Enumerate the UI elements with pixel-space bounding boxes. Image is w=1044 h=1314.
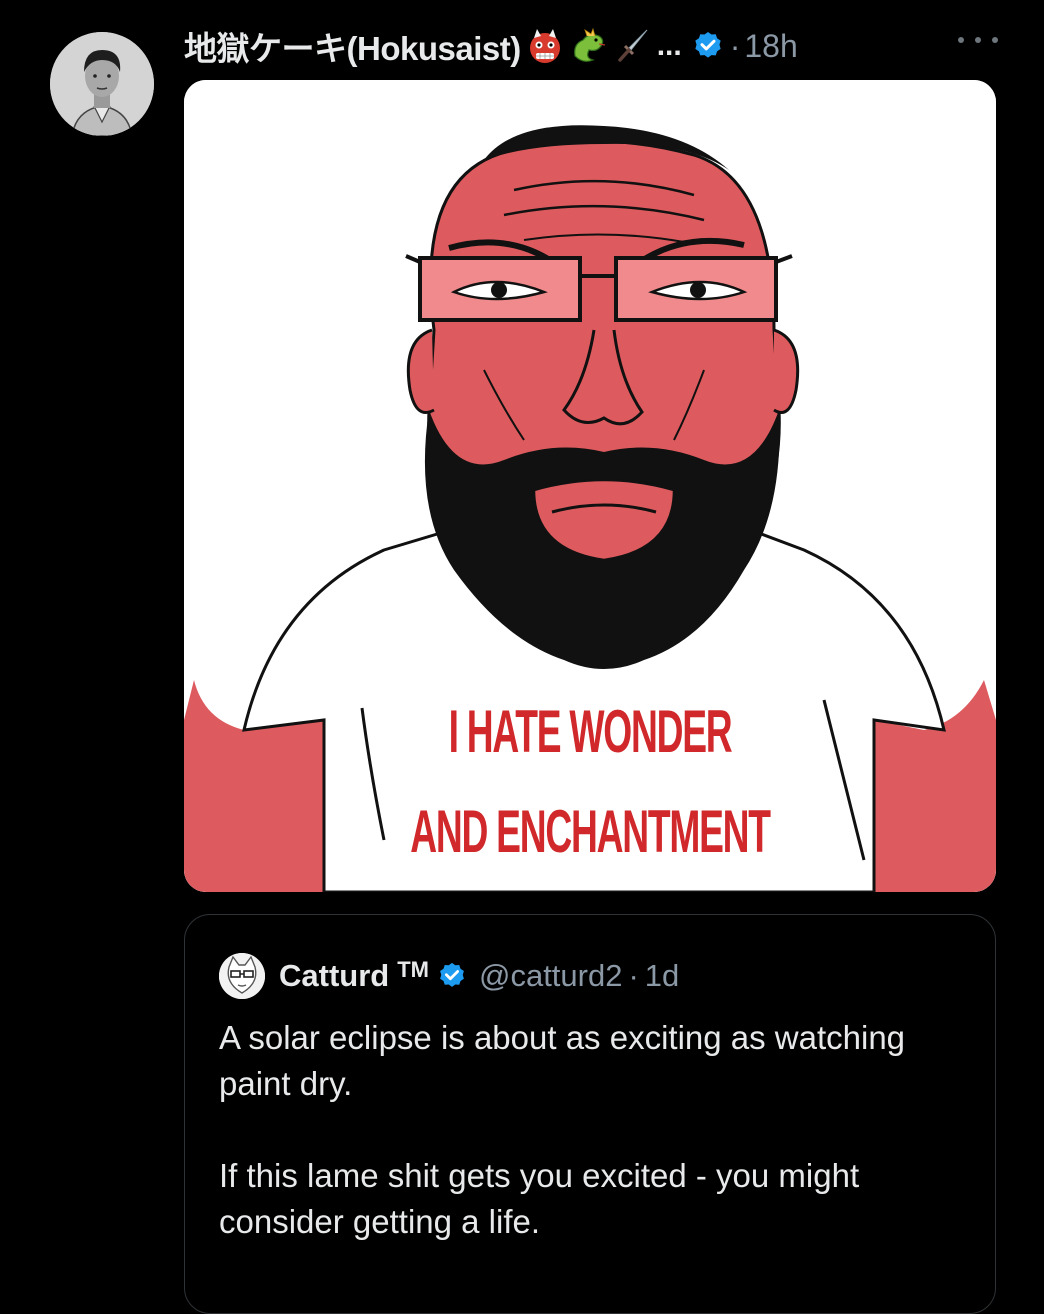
ogre-emoji-icon [525, 26, 565, 66]
tweet-header: 地獄ケーキ(Hokusaist) ... · 18h [184, 22, 1004, 70]
dragon-emoji-icon [569, 26, 609, 66]
author-avatar[interactable] [50, 32, 154, 136]
author-display-name[interactable]: 地獄ケーキ(Hokusaist) [184, 22, 521, 70]
quoted-author-name[interactable]: Catturd [279, 958, 389, 994]
quoted-tweet-text: A solar eclipse is about as exciting as … [219, 1015, 959, 1245]
tweet[interactable]: 地獄ケーキ(Hokusaist) ... · 18h I HATE WONDER… [0, 0, 1044, 1314]
header-separator: · [729, 27, 741, 64]
verified-badge-icon [692, 30, 724, 62]
quoted-author-handle[interactable]: @catturd2 [479, 958, 622, 994]
quoted-tweet[interactable]: Catturd TM @catturd2 · 1d A solar eclips… [184, 914, 996, 1314]
dagger-emoji-icon [613, 26, 653, 66]
shirt-text-line-1: I HATE WONDER [448, 698, 733, 765]
wojak-meme-illustration [184, 80, 996, 892]
quoted-header-separator: · [628, 958, 639, 993]
quoted-text-paragraph-1: A solar eclipse is about as exciting as … [219, 1019, 906, 1102]
quoted-author-trademark: TM [397, 957, 429, 982]
quoted-tweet-timestamp[interactable]: 1d [645, 958, 679, 994]
shirt-text-line-2: AND ENCHANTMENT [410, 798, 771, 865]
quoted-text-paragraph-2: If this lame shit gets you excited - you… [219, 1157, 860, 1240]
quoted-verified-badge-icon [437, 961, 467, 991]
quoted-author-avatar[interactable] [219, 953, 265, 999]
name-overflow-ellipsis: ... [656, 29, 682, 62]
quoted-tweet-header: Catturd TM @catturd2 · 1d [219, 953, 679, 999]
more-dots-icon[interactable] [958, 30, 998, 50]
tweet-timestamp[interactable]: 18h [744, 28, 797, 65]
tweet-media-image[interactable]: I HATE WONDER AND ENCHANTMENT [184, 80, 996, 892]
